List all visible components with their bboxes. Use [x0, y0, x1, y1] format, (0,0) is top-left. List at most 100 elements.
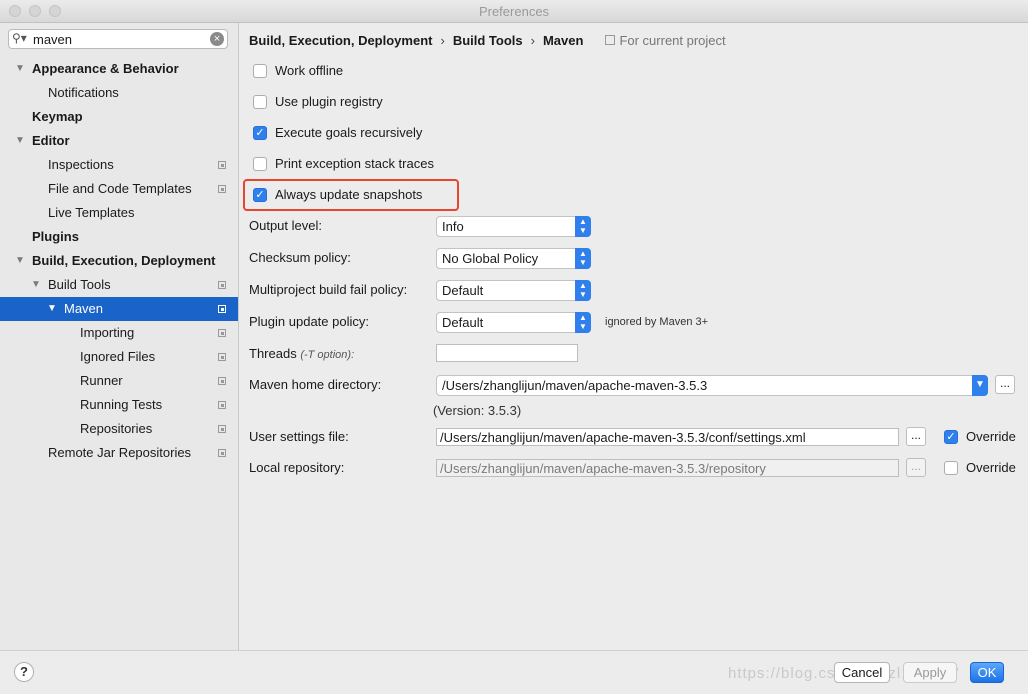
sidebar-item-plugins[interactable]: Plugins	[0, 225, 238, 249]
sidebar-item-build-execution-deployment[interactable]: ▼ Build, Execution, Deployment	[0, 249, 238, 273]
sidebar-item-file-and-code-templates[interactable]: File and Code Templates	[0, 177, 238, 201]
chevron-updown-icon[interactable]: ▲ ▼	[575, 280, 591, 301]
sidebar-item-notifications[interactable]: Notifications	[0, 81, 238, 105]
expand-arrow-icon[interactable]: ▼	[47, 297, 57, 321]
sidebar-item-label: Running Tests	[80, 397, 163, 412]
sidebar-item-inspections[interactable]: Inspections	[0, 153, 238, 177]
plugin-update-policy-label: Plugin update policy:	[249, 314, 369, 329]
project-scope-icon	[218, 185, 226, 193]
sidebar-item-ignored-files[interactable]: Ignored Files	[0, 345, 238, 369]
maven-home-combobox[interactable]: /Users/zhanglijun/maven/apache-maven-3.5…	[436, 375, 988, 396]
user-settings-override-label: Override	[966, 429, 1016, 444]
breadcrumb-item: Maven	[542, 33, 584, 48]
browse-user-settings-button[interactable]: ...	[906, 427, 926, 446]
maven-home-label: Maven home directory:	[249, 377, 382, 392]
print-exception-stack-traces-checkbox[interactable]	[253, 157, 267, 171]
local-repository-override-checkbox[interactable]	[944, 461, 958, 475]
local-repository-value[interactable]: /Users/zhanglijun/maven/apache-maven-3.5…	[440, 461, 766, 476]
search-value[interactable]: maven	[33, 32, 72, 47]
sidebar-item-maven[interactable]: ▼ Maven	[0, 297, 238, 321]
settings-sidebar: ⚲▾ maven × ▼ Appearance & Behavior Notific…	[0, 23, 239, 650]
dialog-footer: ? https://blog.csdn.net/zl1zl1z17 Cancel…	[0, 650, 1028, 694]
sidebar-item-build-tools[interactable]: ▼ Build Tools	[0, 273, 238, 297]
sidebar-item-label: Notifications	[48, 85, 119, 100]
user-settings-label: User settings file:	[249, 429, 349, 444]
breadcrumb: Build, Execution, Deployment › Build Tools…	[249, 33, 726, 48]
apply-button[interactable]: Apply	[903, 662, 957, 683]
scope-indicator: For current project	[605, 33, 726, 48]
expand-arrow-icon[interactable]: ▼	[15, 129, 25, 153]
project-scope-icon	[218, 401, 226, 409]
sidebar-item-label: Remote Jar Repositories	[48, 445, 192, 460]
execute-goals-recursively-checkbox[interactable]: ✓	[253, 126, 267, 140]
project-scope-icon	[218, 281, 226, 289]
expand-arrow-icon[interactable]: ▼	[15, 249, 25, 273]
sidebar-item-label: Maven	[64, 301, 104, 316]
use-plugin-registry-checkbox[interactable]	[253, 95, 267, 109]
user-settings-value[interactable]: /Users/zhanglijun/maven/apache-maven-3.5…	[440, 430, 806, 445]
sidebar-item-live-templates[interactable]: Live Templates	[0, 201, 238, 225]
plugin-update-policy-value: Default	[442, 315, 484, 330]
sidebar-item-label: Ignored Files	[80, 349, 156, 364]
sidebar-item-label: Inspections	[48, 157, 114, 172]
project-scope-icon	[218, 305, 226, 313]
browse-local-repository-button[interactable]: ...	[906, 458, 926, 477]
sidebar-item-importing[interactable]: Importing	[0, 321, 238, 345]
sidebar-item-label: Build, Execution, Deployment	[32, 253, 216, 268]
plugin-update-policy-select[interactable]: Default ▲ ▼	[436, 312, 591, 333]
always-update-snapshots-checkbox[interactable]: ✓	[253, 188, 267, 202]
multiproject-fail-policy-select[interactable]: Default ▲ ▼	[436, 280, 591, 301]
execute-goals-recursively-label: Execute goals recursively	[275, 125, 423, 140]
ok-button[interactable]: OK	[970, 662, 1004, 683]
sidebar-item-runner[interactable]: Runner	[0, 369, 238, 393]
user-settings-override-checkbox[interactable]: ✓	[944, 430, 958, 444]
sidebar-item-remote-jar-repositories[interactable]: Remote Jar Repositories	[0, 441, 238, 465]
project-scope-icon	[218, 353, 226, 361]
expand-arrow-icon[interactable]: ▼	[31, 273, 41, 297]
chevron-updown-icon[interactable]: ▲ ▼	[575, 312, 591, 333]
help-button[interactable]: ?	[14, 662, 34, 682]
user-settings-input[interactable]: /Users/zhanglijun/maven/apache-maven-3.5…	[436, 428, 899, 446]
chevron-updown-icon[interactable]: ▲ ▼	[575, 248, 591, 269]
project-scope-icon	[218, 329, 226, 337]
breadcrumb-separator: ›	[440, 33, 445, 48]
project-scope-icon	[218, 425, 226, 433]
maven-version-text: (Version: 3.5.3)	[433, 403, 522, 418]
sidebar-item-label: Repositories	[80, 421, 153, 436]
multiproject-fail-policy-label: Multiproject build fail policy:	[249, 282, 408, 297]
sidebar-item-running-tests[interactable]: Running Tests	[0, 393, 238, 417]
use-plugin-registry-label: Use plugin registry	[275, 94, 383, 109]
title-bar: Preferences	[0, 0, 1028, 23]
sidebar-item-editor[interactable]: ▼ Editor	[0, 129, 238, 153]
sidebar-item-label: File and Code Templates	[48, 181, 192, 196]
sidebar-item-appearance-behavior[interactable]: ▼ Appearance & Behavior	[0, 57, 238, 81]
scope-label: For current project	[619, 33, 726, 48]
cancel-button[interactable]: Cancel	[834, 662, 890, 683]
chevron-down-icon[interactable]: ▼	[972, 375, 988, 396]
expand-arrow-icon[interactable]: ▼	[15, 57, 25, 81]
local-repository-override-label: Override	[966, 460, 1016, 475]
window-title: Preferences	[478, 4, 550, 19]
sidebar-item-repositories[interactable]: Repositories	[0, 417, 238, 441]
multiproject-fail-policy-value: Default	[442, 283, 484, 298]
work-offline-checkbox[interactable]	[253, 64, 267, 78]
sidebar-item-keymap[interactable]: Keymap	[0, 105, 238, 129]
breadcrumb-item: Build Tools	[452, 33, 523, 48]
chevron-updown-icon[interactable]: ▲ ▼	[575, 216, 591, 237]
project-scope-icon	[218, 449, 226, 457]
search-input[interactable]: ⚲▾ maven ×	[8, 29, 228, 49]
checksum-policy-select[interactable]: No Global Policy ▲ ▼	[436, 248, 591, 269]
threads-label: Threads (-T option):	[249, 346, 354, 361]
threads-input[interactable]	[436, 344, 578, 362]
output-level-label: Output level:	[249, 218, 322, 233]
plugin-update-policy-note: ignored by Maven 3+	[605, 316, 709, 328]
output-level-select[interactable]: Info ▲ ▼	[436, 216, 591, 237]
maven-home-value[interactable]: /Users/zhanglijun/maven/apache-maven-3.5…	[442, 378, 707, 393]
local-repository-input[interactable]: /Users/zhanglijun/maven/apache-maven-3.5…	[436, 459, 899, 477]
sidebar-item-label: Runner	[80, 373, 123, 388]
search-icon[interactable]: ⚲▾	[12, 31, 27, 45]
sidebar-item-label: Keymap	[32, 109, 83, 124]
browse-maven-home-button[interactable]: ...	[995, 375, 1015, 394]
clear-search-icon[interactable]: ×	[210, 32, 224, 46]
maven-settings-panel: Build, Execution, Deployment › Build Tools…	[239, 23, 1028, 650]
